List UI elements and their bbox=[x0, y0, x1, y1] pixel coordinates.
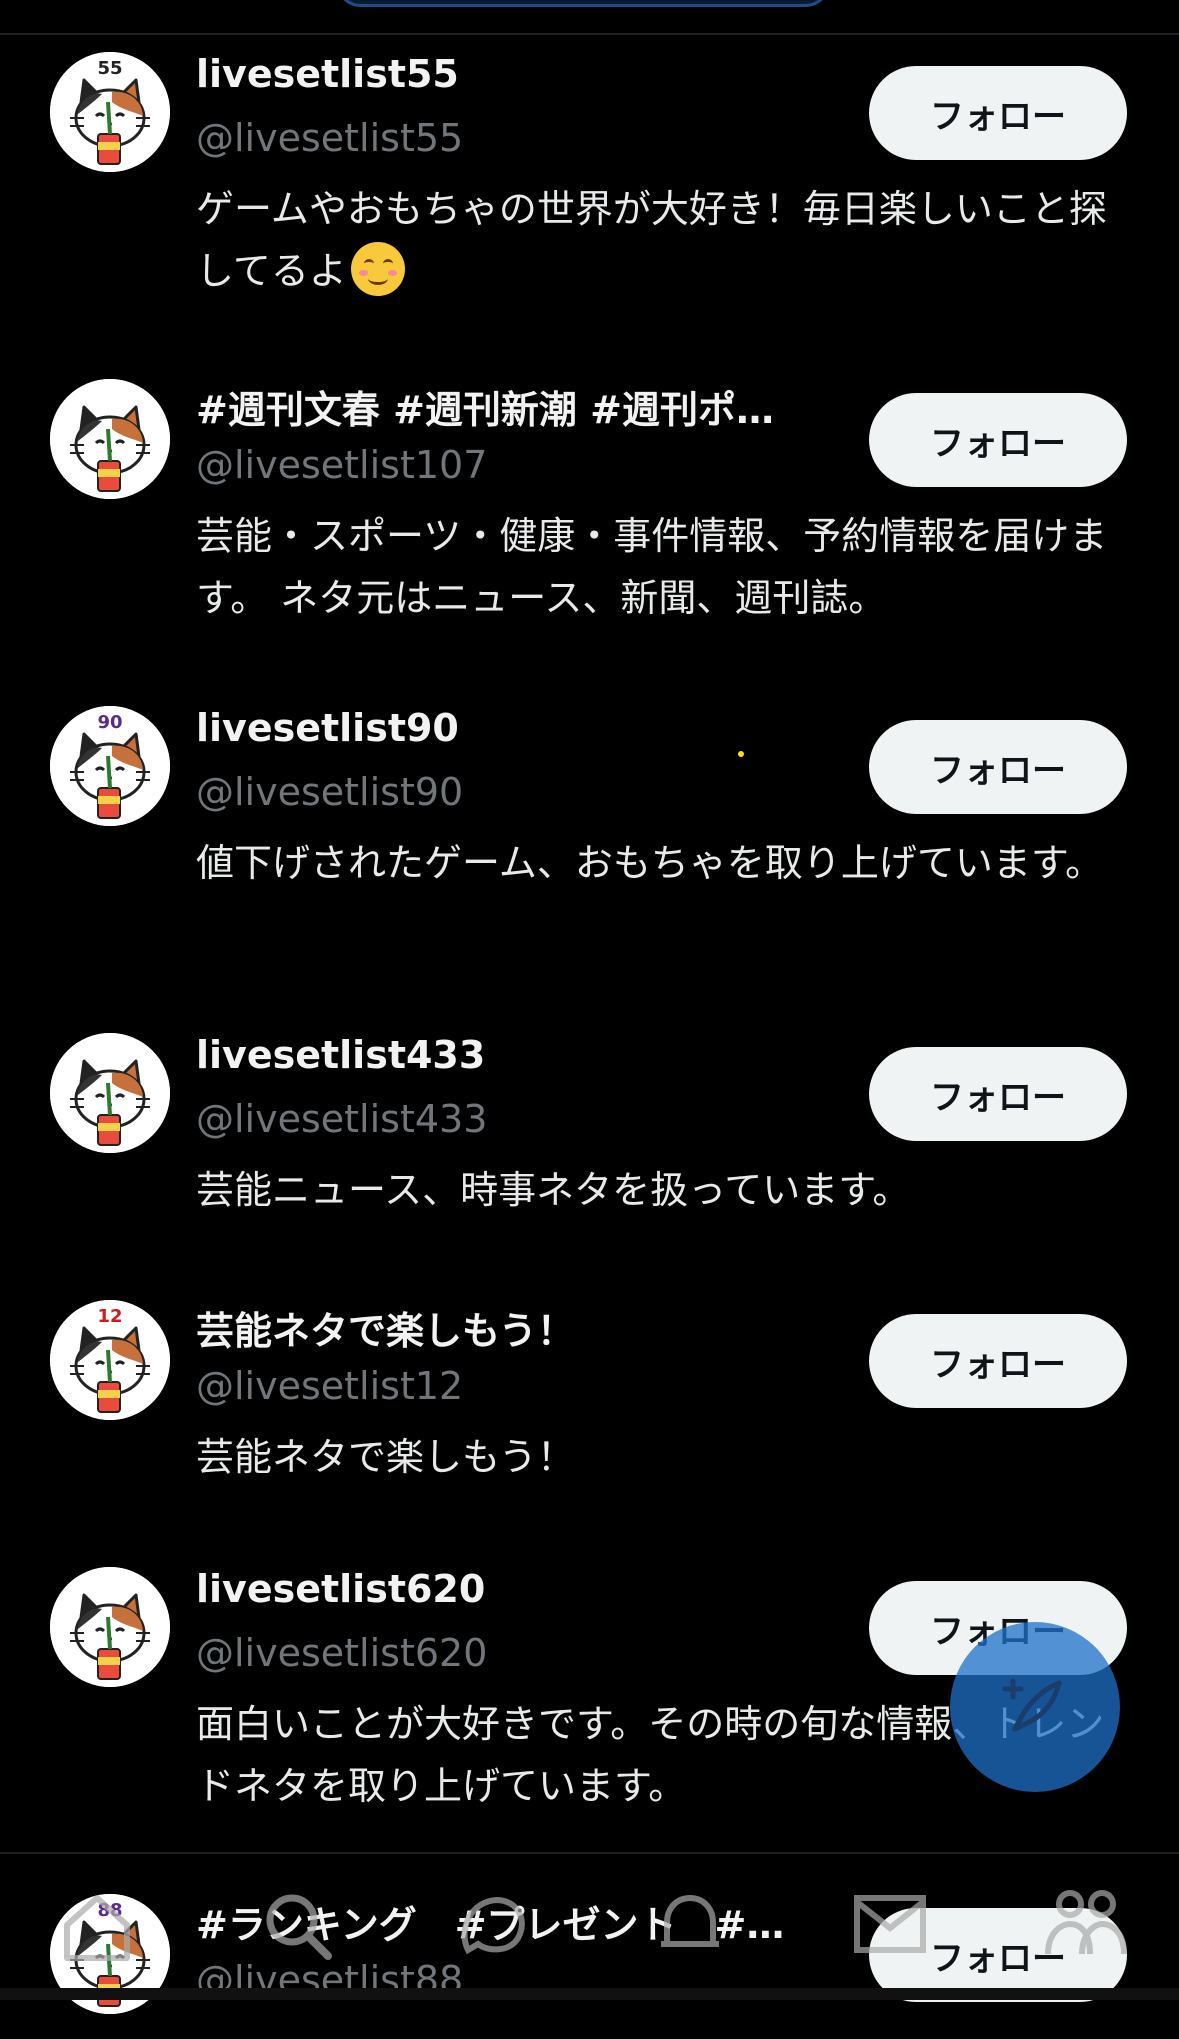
avatar[interactable] bbox=[50, 379, 170, 499]
display-name[interactable]: livesetlist90 bbox=[196, 706, 459, 750]
compose-post-button[interactable] bbox=[950, 1622, 1120, 1792]
cat-avatar-icon bbox=[50, 1567, 170, 1687]
user-bio: 芸能・スポーツ・健康・事件情報、予約情報を届けます。 ネタ元はニュース、新聞、週… bbox=[196, 514, 1108, 620]
feather-plus-icon bbox=[1002, 1678, 1062, 1732]
avatar[interactable]: 12 bbox=[50, 1300, 170, 1420]
user-handle: @livesetlist107 bbox=[196, 443, 488, 487]
display-name[interactable]: #週刊文春 #週刊新潮 #週刊ポ… bbox=[196, 379, 774, 434]
follow-button[interactable]: フォロー bbox=[869, 720, 1127, 814]
cat-avatar-icon: 55 bbox=[50, 52, 170, 172]
avatar[interactable]: 90 bbox=[50, 706, 170, 826]
user-handle: @livesetlist12 bbox=[196, 1364, 464, 1408]
display-name[interactable]: livesetlist55 bbox=[196, 52, 459, 96]
svg-text:55: 55 bbox=[97, 58, 122, 79]
top-pill-indicator[interactable] bbox=[335, 0, 831, 7]
spaces-icon[interactable] bbox=[448, 1880, 538, 1970]
bottom-navigation bbox=[0, 1880, 1179, 2000]
user-bio: ゲームやおもちゃの世界が大好き！毎日楽しいこと探してるよ bbox=[196, 178, 1131, 302]
user-handle: @livesetlist620 bbox=[196, 1631, 488, 1675]
communities-icon[interactable] bbox=[1040, 1880, 1130, 1970]
cat-avatar-icon: 90 bbox=[50, 706, 170, 826]
smiling-face-emoji bbox=[350, 242, 405, 296]
svg-text:90: 90 bbox=[97, 712, 122, 733]
user-bio: 芸能ニュース、時事ネタを扱っています。 bbox=[196, 1168, 911, 1212]
svg-text:12: 12 bbox=[97, 1306, 122, 1327]
user-handle: @livesetlist433 bbox=[196, 1097, 488, 1141]
messages-icon[interactable] bbox=[845, 1880, 935, 1970]
user-handle: @livesetlist90 bbox=[196, 770, 464, 814]
user-bio: 値下げされたゲーム、おもちゃを取り上げています。 bbox=[196, 841, 1104, 885]
avatar[interactable] bbox=[50, 1033, 170, 1153]
user-handle: @livesetlist55 bbox=[196, 116, 464, 160]
search-icon[interactable] bbox=[252, 1880, 342, 1970]
display-name[interactable]: livesetlist620 bbox=[196, 1567, 485, 1611]
display-name[interactable]: 芸能ネタで楽しもう！ bbox=[196, 1300, 575, 1355]
display-name[interactable]: livesetlist433 bbox=[196, 1033, 485, 1077]
cat-avatar-icon bbox=[50, 1033, 170, 1153]
follow-button[interactable]: フォロー bbox=[869, 393, 1127, 487]
follow-button[interactable]: フォロー bbox=[869, 1047, 1127, 1141]
avatar[interactable] bbox=[50, 1567, 170, 1687]
divider bbox=[0, 1852, 1179, 1854]
decorative-dot bbox=[738, 751, 744, 757]
home-icon[interactable] bbox=[52, 1880, 142, 1970]
cat-avatar-icon bbox=[50, 379, 170, 499]
bio-text: ゲームやおもちゃの世界が大好き！毎日楽しいこと探してるよ bbox=[196, 187, 1107, 293]
cat-avatar-icon: 12 bbox=[50, 1300, 170, 1420]
divider bbox=[0, 33, 1179, 35]
avatar[interactable]: 55 bbox=[50, 52, 170, 172]
follow-button[interactable]: フォロー bbox=[869, 66, 1127, 160]
notifications-icon[interactable] bbox=[645, 1880, 735, 1970]
follow-button[interactable]: フォロー bbox=[869, 1314, 1127, 1408]
home-indicator-bar bbox=[0, 1988, 1179, 2000]
user-bio: 芸能ネタで楽しもう！ bbox=[196, 1435, 575, 1479]
